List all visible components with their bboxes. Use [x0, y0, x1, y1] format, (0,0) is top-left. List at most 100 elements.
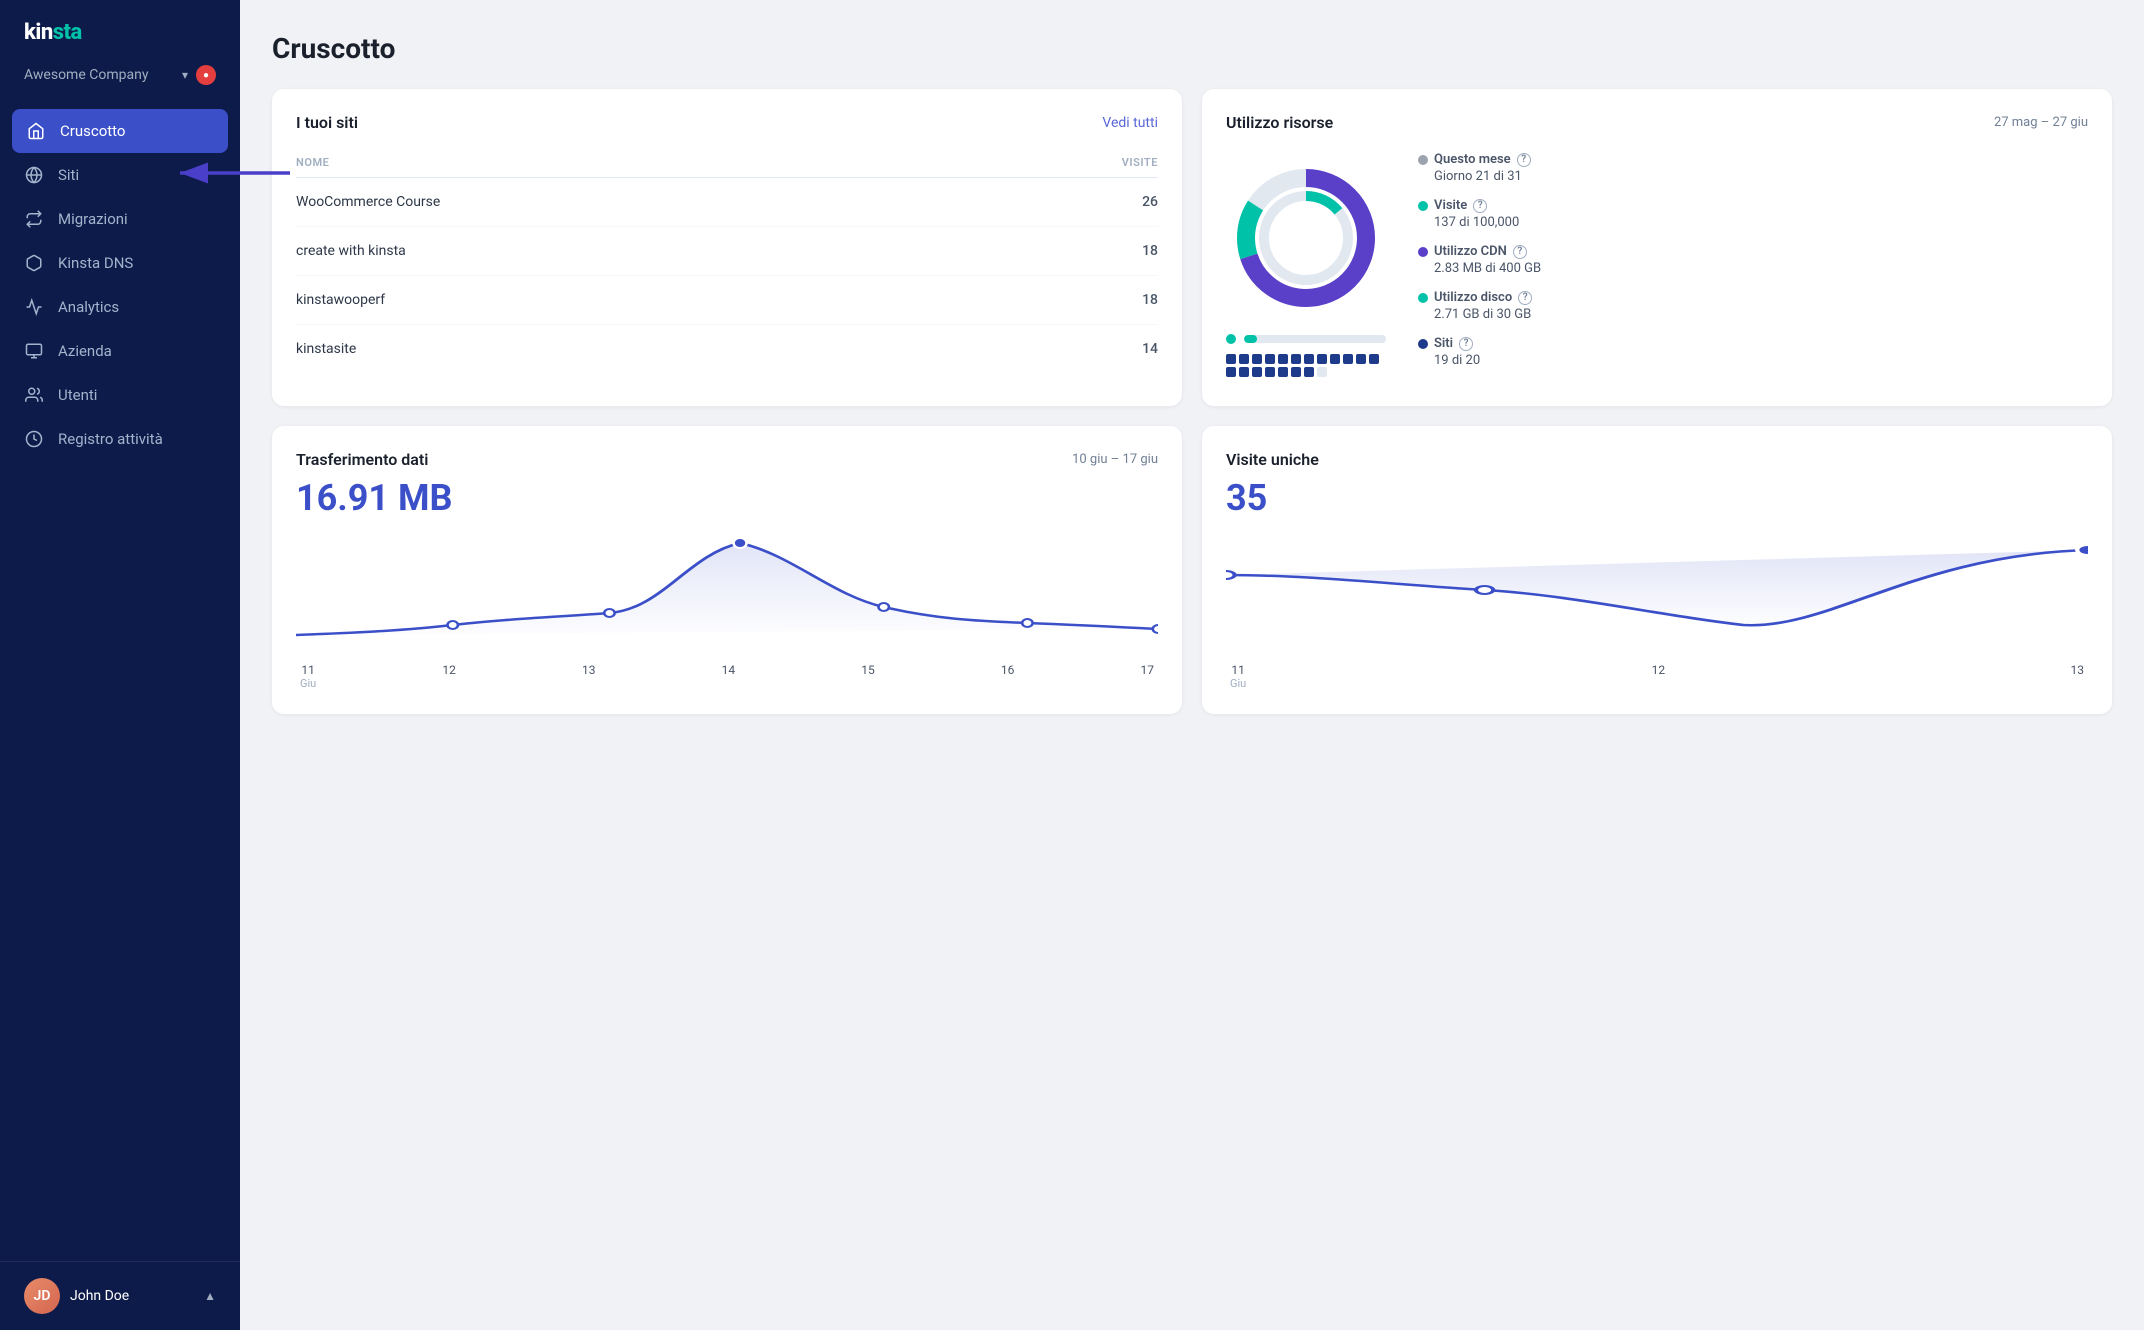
legend-item-month: Questo mese ? Giorno 21 di 31 [1418, 152, 1541, 184]
grid-dot [1369, 354, 1379, 364]
grid-dot [1265, 367, 1275, 377]
legend-list: Questo mese ? Giorno 21 di 31 Visite ? [1418, 152, 1541, 368]
sites-card-header: I tuoi siti Vedi tutti [296, 113, 1158, 132]
sidebar-nav: Cruscotto Siti Mi [0, 101, 240, 1261]
grid-dot-empty [1317, 367, 1327, 377]
legend-item-cdn: Utilizzo CDN ? 2.83 MB di 400 GB [1418, 244, 1541, 276]
sidebar-item-analytics[interactable]: Analytics [0, 285, 240, 329]
activity-icon [24, 429, 44, 449]
site-name: kinstawooperf [296, 292, 385, 308]
transfer-card: Trasferimento dati 10 giu – 17 giu 16.91… [272, 426, 1182, 714]
info-icon-siti[interactable]: ? [1459, 337, 1473, 351]
sidebar-logo-area: kinsta [0, 0, 240, 57]
chart-label: 14 [722, 663, 736, 690]
info-icon-cdn[interactable]: ? [1513, 245, 1527, 259]
site-visits: 26 [1142, 194, 1158, 210]
sidebar-item-kinsta-dns[interactable]: Kinsta DNS [0, 241, 240, 285]
nav-label-utenti: Utenti [58, 386, 97, 404]
bottom-row: Trasferimento dati 10 giu – 17 giu 16.91… [272, 426, 2112, 714]
sites-vedi-tutti-link[interactable]: Vedi tutti [1102, 115, 1158, 131]
main-content: Cruscotto I tuoi siti Vedi tutti NOME VI… [240, 0, 2144, 1330]
notification-bell[interactable]: ● [196, 65, 216, 85]
chart-label: 12 [442, 663, 456, 690]
nav-label-cruscotto: Cruscotto [60, 122, 126, 140]
disco-bar-bg [1244, 335, 1386, 343]
disco-progress [1226, 334, 1386, 344]
page-title: Cruscotto [272, 32, 2112, 65]
nav-label-kinsta-dns: Kinsta DNS [58, 254, 133, 272]
home-icon [26, 121, 46, 141]
table-row[interactable]: kinstasite 14 [296, 325, 1158, 373]
grid-dot [1317, 354, 1327, 364]
grid-dot [1343, 354, 1353, 364]
transfer-card-header: Trasferimento dati 10 giu – 17 giu [296, 450, 1158, 469]
grid-dot [1330, 354, 1340, 364]
visits-card-header: Visite uniche [1226, 450, 2088, 469]
footer-chevron-icon: ▲ [204, 1289, 216, 1303]
legend-item-siti: Siti ? 19 di 20 [1418, 336, 1541, 368]
legend-label-disco: Utilizzo disco ? [1418, 290, 1541, 305]
chart-label: 15 [861, 663, 875, 690]
dns-icon [24, 253, 44, 273]
legend-label-month: Questo mese ? [1418, 152, 1541, 167]
legend-item-disco: Utilizzo disco ? 2.71 GB di 30 GB [1418, 290, 1541, 322]
visits-card: Visite uniche 35 [1202, 426, 2112, 714]
table-row[interactable]: WooCommerce Course 26 [296, 178, 1158, 227]
nav-label-analytics: Analytics [58, 298, 119, 316]
info-icon-visite[interactable]: ? [1473, 199, 1487, 213]
table-row[interactable]: create with kinsta 18 [296, 227, 1158, 276]
grid-dot [1291, 354, 1301, 364]
company-selector[interactable]: Awesome Company ▾ ● [0, 57, 240, 101]
sidebar-item-registro[interactable]: Registro attività [0, 417, 240, 461]
grid-dot [1265, 354, 1275, 364]
visits-card-title: Visite uniche [1226, 450, 1319, 469]
resources-legend: Questo mese ? Giorno 21 di 31 Visite ? [1418, 152, 1541, 382]
month-dot [1418, 155, 1428, 165]
company-icon [24, 341, 44, 361]
sidebar-item-cruscotto[interactable]: Cruscotto [12, 109, 228, 153]
grid-dot [1252, 367, 1262, 377]
grid-dot [1226, 367, 1236, 377]
resources-header: Utilizzo risorse 27 mag – 27 giu [1226, 113, 2088, 132]
user-footer[interactable]: JD John Doe ▲ [0, 1261, 240, 1330]
resources-date: 27 mag – 27 giu [1994, 115, 2088, 130]
analytics-icon [24, 297, 44, 317]
users-icon [24, 385, 44, 405]
transfer-chart [296, 535, 1158, 655]
grid-dot [1278, 367, 1288, 377]
chart-label: 11 Giu [1230, 663, 1246, 690]
transfer-card-title: Trasferimento dati [296, 450, 428, 469]
sidebar-item-utenti[interactable]: Utenti [0, 373, 240, 417]
sidebar-item-azienda[interactable]: Azienda [0, 329, 240, 373]
sidebar: kinsta Awesome Company ▾ ● Cruscotto [0, 0, 240, 1330]
disco-bar-fill [1244, 335, 1257, 343]
resources-card-title: Utilizzo risorse [1226, 113, 1333, 132]
legend-item-visite: Visite ? 137 di 100,000 [1418, 198, 1541, 230]
visite-dot [1418, 201, 1428, 211]
visits-value: 35 [1226, 477, 2088, 519]
site-visits: 14 [1142, 341, 1158, 357]
legend-value-month: Giorno 21 di 31 [1418, 169, 1541, 184]
transfer-chart-labels: 11 Giu 12 13 14 15 [296, 663, 1158, 690]
visits-chart-labels: 11 Giu 12 13 [1226, 663, 2088, 690]
transfer-date: 10 giu – 17 giu [1072, 452, 1158, 467]
user-name: John Doe [70, 1288, 194, 1304]
sites-table-header: NOME VISITE [296, 148, 1158, 178]
sidebar-item-siti[interactable]: Siti [0, 153, 240, 197]
migrate-icon [24, 209, 44, 229]
grid-dot [1356, 354, 1366, 364]
resources-card: Utilizzo risorse 27 mag – 27 giu [1202, 89, 2112, 406]
info-icon-month[interactable]: ? [1517, 153, 1531, 167]
info-icon-disco[interactable]: ? [1518, 291, 1532, 305]
sites-card: I tuoi siti Vedi tutti NOME VISITE WooCo… [272, 89, 1182, 406]
table-row[interactable]: kinstawooperf 18 [296, 276, 1158, 325]
chart-label: 12 [1652, 663, 1666, 690]
legend-label-cdn: Utilizzo CDN ? [1418, 244, 1541, 259]
sites-card-title: I tuoi siti [296, 113, 358, 132]
avatar: JD [24, 1278, 60, 1314]
legend-label-siti: Siti ? [1418, 336, 1541, 351]
resources-content: Questo mese ? Giorno 21 di 31 Visite ? [1226, 152, 2088, 382]
sidebar-item-migrazioni[interactable]: Migrazioni [0, 197, 240, 241]
grid-dot [1239, 354, 1249, 364]
grid-dot [1304, 354, 1314, 364]
